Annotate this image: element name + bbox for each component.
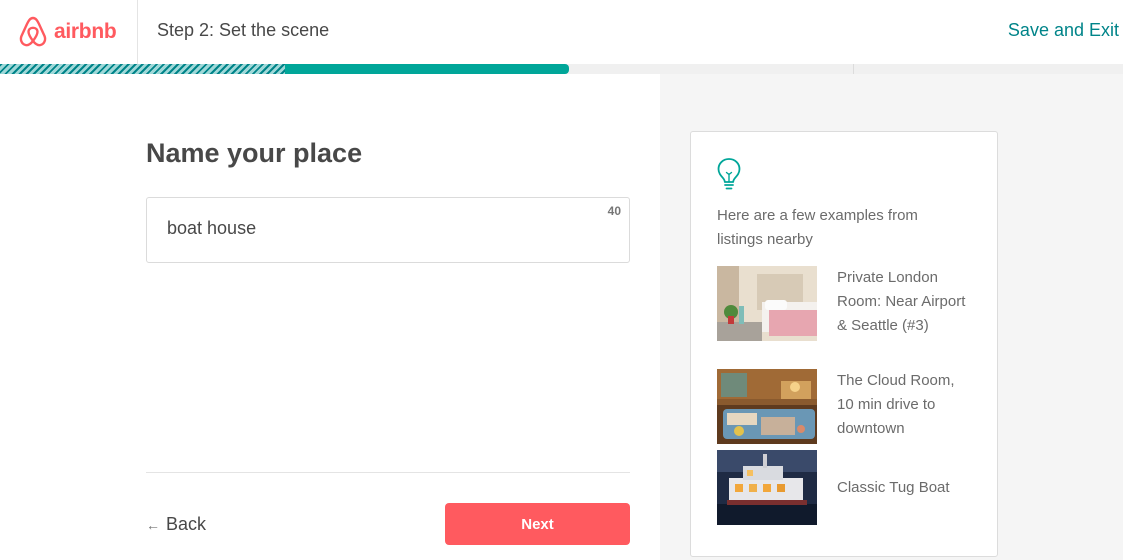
examples-card: Here are a few examples from listings ne…	[690, 131, 998, 557]
back-label: Back	[166, 514, 207, 534]
listing-name-field[interactable]: 40	[146, 197, 630, 263]
progress-current-segment	[285, 64, 570, 74]
header-divider	[137, 0, 138, 64]
listing-photo-bedroom	[717, 266, 817, 341]
remaining-characters-count: 40	[607, 204, 621, 218]
listing-name-input[interactable]	[167, 218, 587, 239]
airbnb-belo-icon	[19, 16, 47, 47]
lightbulb-icon	[717, 158, 741, 190]
save-and-exit-button[interactable]: Save and Exit	[1008, 20, 1119, 41]
back-button[interactable]: ← Back	[146, 514, 206, 535]
example-listing-title: Classic Tug Boat	[837, 479, 950, 496]
arrow-left-icon: ←	[146, 516, 160, 533]
progress-bar	[0, 64, 1123, 74]
top-header: airbnb Step 2: Set the scene Save and Ex…	[0, 0, 1123, 64]
next-button[interactable]: Next	[445, 503, 630, 545]
airbnb-logo[interactable]: airbnb	[18, 14, 117, 50]
logo-wordmark: airbnb	[54, 20, 117, 43]
listing-photo-cloud-room	[717, 369, 817, 444]
page-title: Name your place	[146, 138, 363, 168]
listing-photo-tug-boat	[717, 450, 817, 525]
example-listing-title: The Cloud Room, 10 min drive to downtown	[837, 372, 955, 437]
progress-step-marker	[853, 64, 854, 74]
example-listing-title: Private London Room: Near Airport & Seat…	[837, 269, 966, 334]
form-footer-divider	[146, 472, 630, 473]
step-title: Step 2: Set the scene	[157, 20, 330, 40]
progress-completed-segment	[0, 64, 286, 74]
examples-intro: Here are a few examples from listings ne…	[717, 207, 918, 248]
